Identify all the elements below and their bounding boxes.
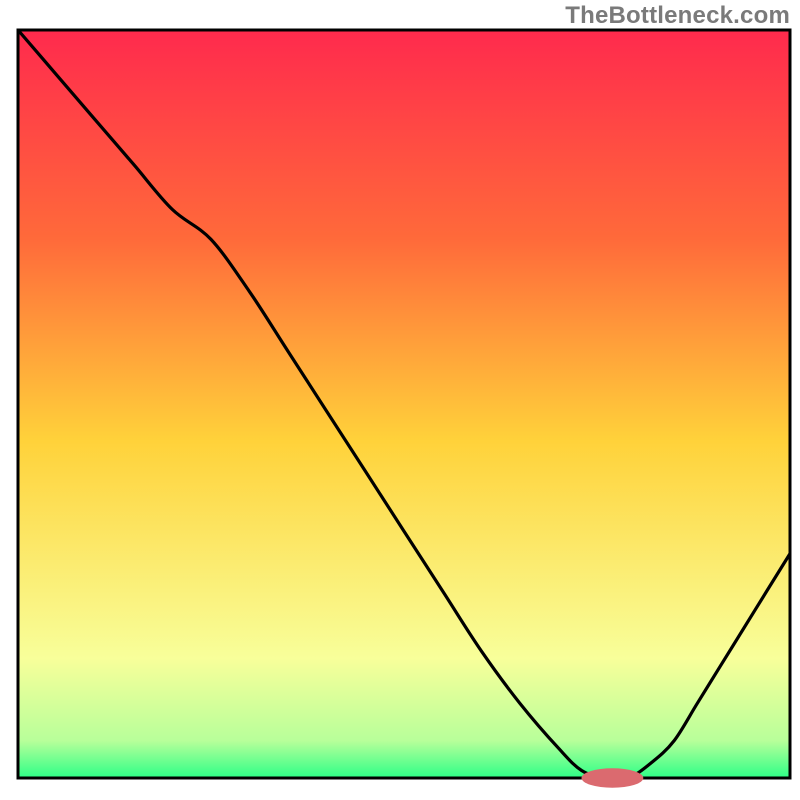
plot-area [18,30,790,778]
chart-svg [0,0,800,800]
optimal-marker [582,768,644,787]
chart-stage: TheBottleneck.com [0,0,800,800]
